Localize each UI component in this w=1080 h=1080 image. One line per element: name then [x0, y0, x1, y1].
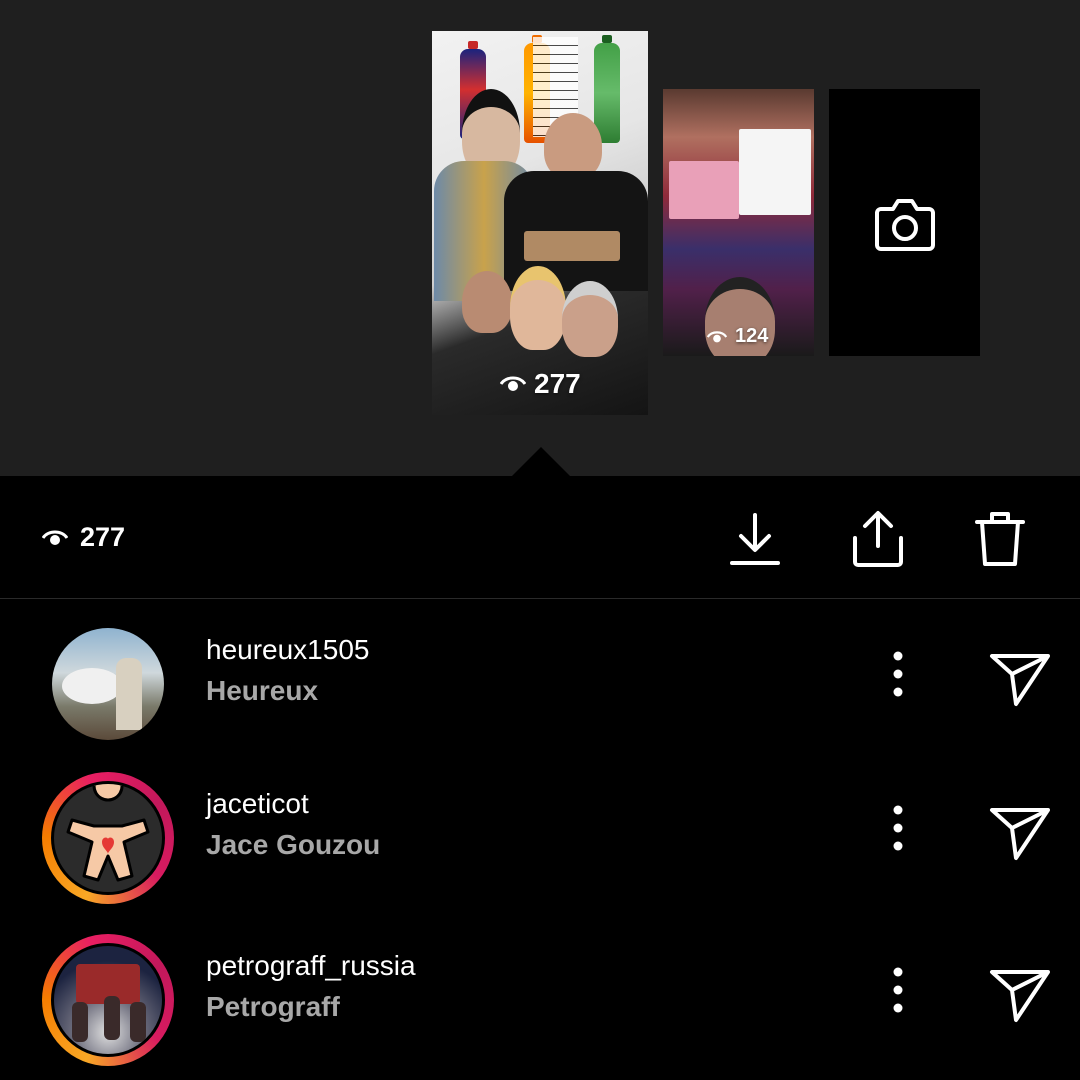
add-story-button[interactable] [829, 89, 980, 356]
download-icon [730, 513, 780, 565]
more-options-icon[interactable] [882, 962, 914, 1022]
eye-icon [707, 330, 727, 342]
avatar-image [51, 781, 165, 895]
viewer-username[interactable]: heureux1505 [206, 634, 369, 666]
avatar[interactable] [42, 618, 174, 750]
lime-soda-bottle [594, 35, 620, 143]
viewer-full-name: Petrograff [206, 991, 340, 1022]
story-thumbnail-selected[interactable]: 277 [432, 31, 648, 415]
views-summary[interactable]: 277 [42, 522, 125, 553]
send-message-icon[interactable] [988, 966, 1052, 1024]
avatar[interactable] [42, 934, 174, 1066]
viewer-username[interactable]: petrograff_russia [206, 950, 416, 982]
selection-pointer [511, 447, 571, 477]
viewer-row[interactable]: jaceticot Jace Gouzou [0, 764, 1080, 914]
views-count: 277 [80, 522, 126, 552]
story-views-count: 124 [735, 325, 769, 347]
send-message-icon[interactable] [988, 804, 1052, 862]
avatar-image [51, 943, 165, 1057]
person-right-head [544, 113, 602, 179]
more-options-icon[interactable] [882, 646, 914, 706]
viewer-row[interactable]: petrograff_russia Petrograff [0, 926, 1080, 1076]
viewer-full-name: Jace Gouzou [206, 829, 381, 860]
download-button[interactable] [727, 510, 783, 568]
story-views-count: 277 [534, 368, 581, 399]
selfie-face-1 [462, 271, 512, 333]
story-toolbar: 277 [0, 476, 1080, 599]
camera-icon [875, 199, 935, 251]
send-message-icon[interactable] [988, 650, 1052, 708]
poster-card [669, 161, 739, 219]
gingerbread-figure [66, 784, 150, 882]
share-icon [853, 511, 903, 567]
screenshot-card [739, 129, 811, 215]
eye-icon [42, 530, 68, 545]
selfie-face-3 [562, 281, 618, 357]
avatar[interactable] [42, 772, 174, 904]
more-options-icon[interactable] [882, 800, 914, 860]
eye-icon [500, 376, 526, 391]
story-views-overlay: 277 [500, 368, 581, 400]
tray-box [524, 231, 620, 261]
delete-button[interactable] [972, 510, 1028, 568]
viewer-username[interactable]: jaceticot [206, 788, 309, 820]
story-tray: 277 124 [0, 0, 1080, 476]
story-thumbnail[interactable]: 124 [663, 89, 814, 356]
selfie-face-2 [510, 266, 566, 350]
viewer-row[interactable]: heureux1505 Heureux [0, 610, 1080, 760]
trash-icon [975, 512, 1025, 566]
story-views-overlay: 124 [707, 325, 768, 348]
viewer-full-name: Heureux [206, 675, 319, 706]
avatar-image [52, 628, 164, 740]
share-button[interactable] [850, 510, 906, 568]
